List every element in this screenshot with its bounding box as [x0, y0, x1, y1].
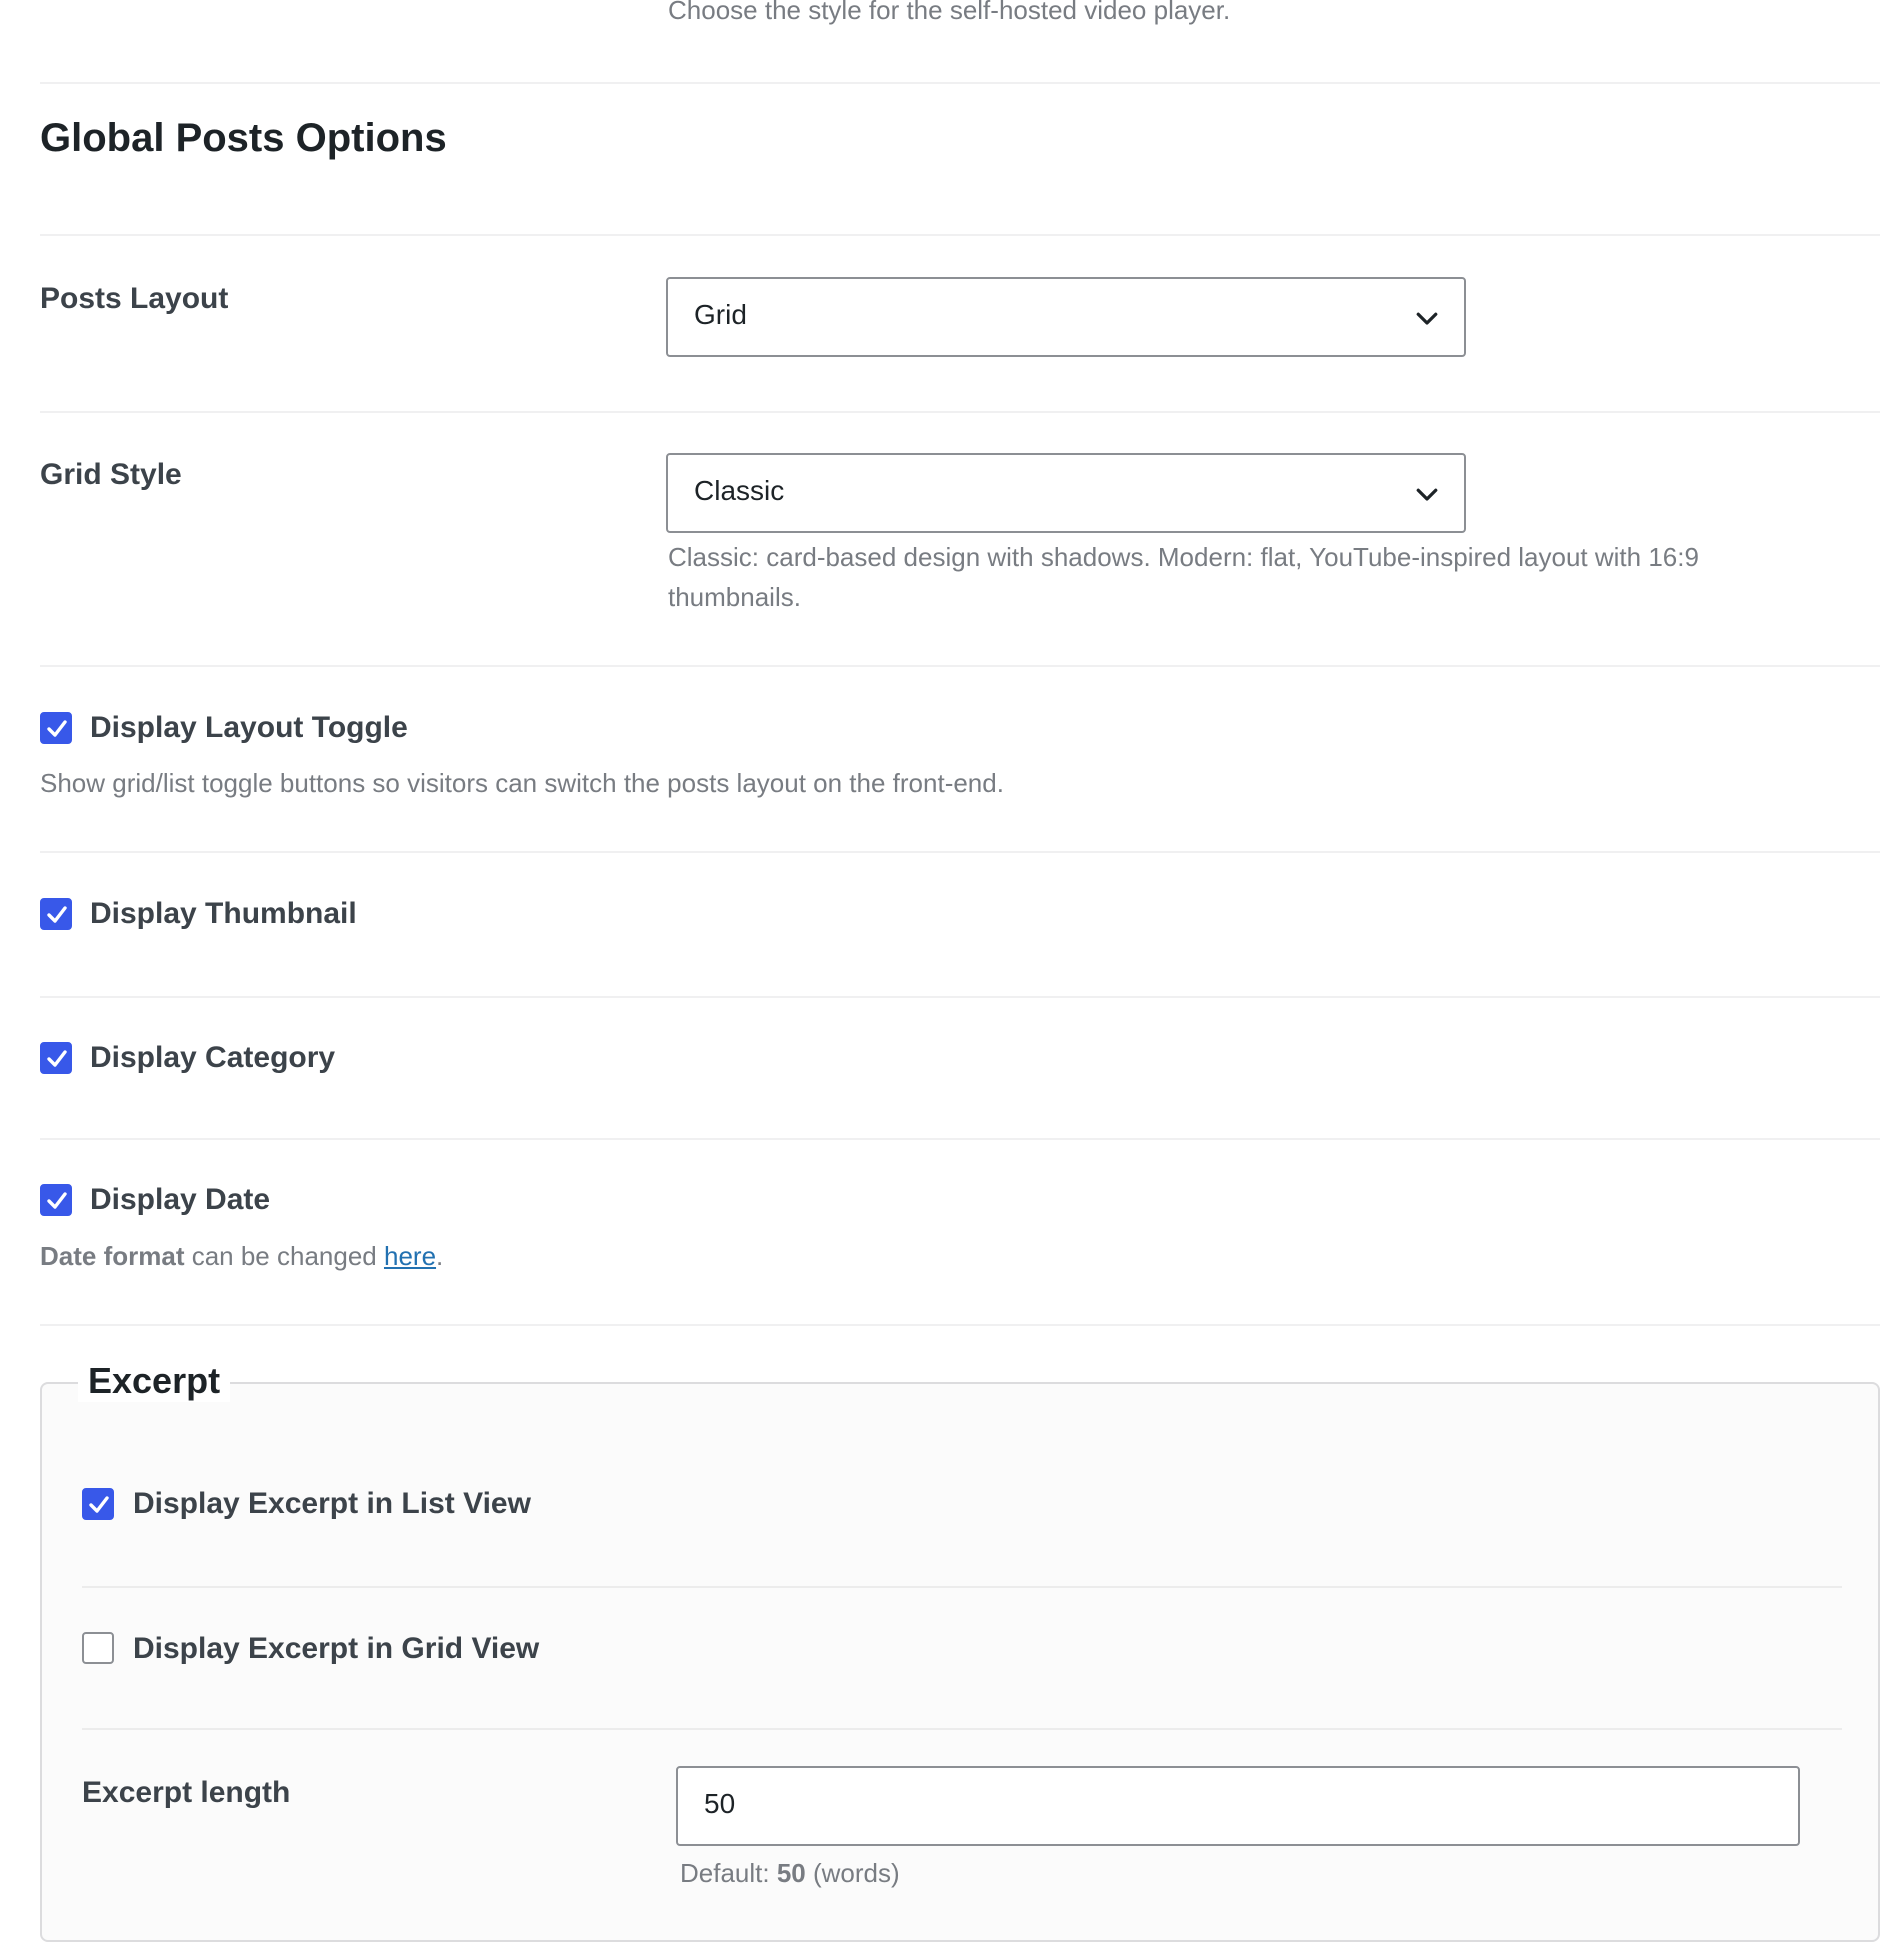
grid-style-select[interactable]: Classic	[666, 453, 1466, 533]
default-value: 50	[776, 1858, 806, 1888]
display-category-checkbox[interactable]	[40, 1042, 72, 1074]
posts-layout-value: Grid	[694, 299, 747, 330]
default-prefix: Default:	[680, 1858, 777, 1888]
display-layout-toggle-description: Show grid/list toggle buttons so visitor…	[40, 768, 1004, 798]
default-suffix: (words)	[805, 1858, 900, 1888]
excerpt-legend: Excerpt	[78, 1360, 231, 1402]
posts-layout-label: Posts Layout	[40, 282, 229, 315]
checkmark-icon	[89, 1496, 109, 1513]
divider	[82, 1586, 1842, 1588]
section-title: Global Posts Options	[40, 116, 447, 160]
excerpt-length-default: Default: 50 (words)	[680, 1853, 900, 1893]
chevron-down-icon	[1416, 488, 1438, 501]
date-format-period: .	[436, 1241, 444, 1271]
divider	[40, 665, 1880, 667]
date-format-link[interactable]: here	[384, 1241, 436, 1271]
display-date-checkbox[interactable]	[40, 1184, 72, 1216]
excerpt-length-label: Excerpt length	[82, 1776, 291, 1809]
grid-style-description: Classic: card-based design with shadows.…	[668, 542, 1699, 572]
checkmark-icon	[47, 1050, 67, 1067]
excerpt-grid-view-checkbox[interactable]	[82, 1632, 114, 1664]
display-thumbnail-label[interactable]: Display Thumbnail	[90, 897, 357, 931]
display-date-description: Date format can be changed here.	[40, 1236, 443, 1276]
checkmark-icon	[47, 720, 67, 737]
excerpt-length-value: 50	[704, 1788, 736, 1819]
divider	[40, 82, 1880, 84]
display-layout-toggle-label[interactable]: Display Layout Toggle	[90, 711, 408, 745]
checkmark-icon	[47, 906, 67, 923]
checkmark-icon	[47, 1192, 67, 1209]
divider	[40, 234, 1880, 236]
display-layout-toggle-checkbox[interactable]	[40, 712, 72, 744]
divider	[82, 1728, 1842, 1730]
divider	[40, 851, 1880, 853]
display-category-label[interactable]: Display Category	[90, 1041, 335, 1075]
excerpt-length-input[interactable]: 50	[676, 1766, 1800, 1846]
display-date-label[interactable]: Display Date	[90, 1183, 270, 1217]
date-format-strong: Date format	[40, 1241, 185, 1271]
display-thumbnail-checkbox[interactable]	[40, 898, 72, 930]
divider	[40, 996, 1880, 998]
excerpt-grid-view-label[interactable]: Display Excerpt in Grid View	[133, 1632, 539, 1666]
date-format-text: can be changed	[184, 1241, 384, 1271]
grid-style-description-line2: thumbnails.	[668, 582, 801, 612]
excerpt-list-view-checkbox[interactable]	[82, 1488, 114, 1520]
chevron-down-icon	[1416, 312, 1438, 325]
posts-layout-select[interactable]: Grid	[666, 277, 1466, 357]
divider	[40, 411, 1880, 413]
video-player-style-description: Choose the style for the self-hosted vid…	[668, 0, 1231, 25]
grid-style-label: Grid Style	[40, 458, 182, 491]
divider	[40, 1138, 1880, 1140]
divider	[40, 1324, 1880, 1326]
grid-style-value: Classic	[694, 475, 785, 506]
excerpt-list-view-label[interactable]: Display Excerpt in List View	[133, 1487, 531, 1521]
